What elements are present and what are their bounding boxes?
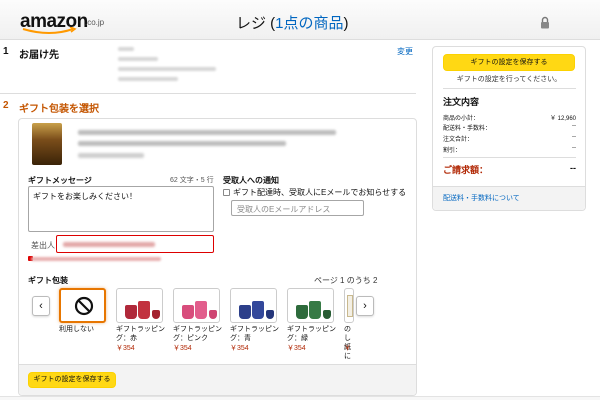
wrap-bag-image — [209, 310, 217, 319]
noshi-image — [347, 295, 353, 317]
product-image — [32, 123, 62, 165]
section-divider — [0, 93, 416, 94]
summary-row-value: -- — [572, 145, 576, 151]
sender-value-blurred — [63, 242, 155, 247]
notify-recipient-text[interactable]: ギフト配達時、受取人にEメールでお知らせする — [233, 187, 406, 198]
wrap-bag-image — [138, 301, 150, 319]
summary-row-discount: 割引： -- — [443, 145, 576, 154]
wrap-bag-image — [266, 310, 274, 319]
summary-total-row: ご請求額： -- — [443, 163, 576, 176]
wrap-option-label: ギフトラッピング：緑 — [287, 326, 336, 342]
page-bottom-border — [0, 396, 600, 400]
wrap-bag-image — [125, 305, 137, 319]
wrap-bag-image — [309, 301, 321, 319]
summary-row-value: -- — [572, 123, 576, 129]
summary-row-label: 注文合計： — [443, 137, 474, 143]
summary-row-value: -- — [572, 134, 576, 140]
wrap-bag-image — [296, 305, 308, 319]
step-2-number: 2 — [3, 100, 9, 111]
address-name-blurred — [118, 47, 134, 51]
step-1-number: 1 — [3, 46, 9, 57]
save-gift-settings-button[interactable]: ギフトの設定を保存する — [28, 372, 116, 388]
product-title-blurred — [78, 141, 286, 146]
item-count-link[interactable]: 1点の商品 — [275, 15, 343, 32]
summary-note: ギフトの設定を行ってください。 — [456, 76, 562, 83]
wrap-page-indicator: ページ 1 のうち 2 — [314, 276, 378, 285]
gift-wrap-label: ギフト包装 — [28, 276, 68, 285]
gift-message-label: ギフトメッセージ — [28, 176, 92, 185]
message-counter: 62 文字・5 行 — [170, 177, 214, 184]
sender-input[interactable] — [56, 235, 214, 253]
shipping-fee-info-link[interactable]: 配送料・手数料について — [443, 193, 520, 203]
summary-row-order-total: 注文合計： -- — [443, 134, 576, 143]
summary-row-subtotal: 商品の小計： ￥ 12,960 — [443, 113, 576, 122]
address-line-blurred — [118, 57, 158, 61]
step-2-title: ギフト包装を選択 — [19, 104, 99, 115]
error-message-blurred — [31, 257, 161, 261]
page-title: レジ (1点の商品) — [236, 12, 349, 33]
wrap-option-label: 利用しない — [59, 326, 94, 333]
no-wrap-icon — [74, 296, 94, 316]
wrap-bag-image — [252, 301, 264, 319]
recipient-notify-label: 受取人への通知 — [223, 176, 279, 185]
wrap-option-price: ￥354 — [173, 345, 192, 352]
wrap-bag-image — [182, 305, 194, 319]
wrap-option-blue[interactable] — [230, 288, 277, 323]
summary-save-gift-button[interactable]: ギフトの設定を保存する — [443, 54, 575, 71]
change-address-link[interactable]: 変更 — [397, 46, 413, 57]
wrap-bag-image — [239, 305, 251, 319]
total-label: ご請求額： — [443, 165, 489, 175]
wrap-option-noshi[interactable] — [344, 288, 354, 323]
wrap-bag-image — [152, 310, 160, 319]
sender-label: 差出人 — [31, 241, 55, 250]
summary-row-shipping: 配送料・手数料： -- — [443, 123, 576, 132]
wrap-option-price: ￥ — [344, 345, 351, 352]
wrap-option-pink[interactable] — [173, 288, 220, 323]
product-seller-blurred — [78, 153, 144, 158]
wrap-option-label: ギフトラッピング：赤 — [116, 326, 165, 342]
wrap-option-red[interactable] — [116, 288, 163, 323]
summary-divider — [443, 157, 576, 158]
checkout-header: amazon .co.jp レジ (1点の商品) — [0, 0, 600, 40]
address-line-blurred — [118, 67, 216, 71]
page-title-prefix: レジ ( — [236, 15, 276, 32]
summary-row-value: ￥ 12,960 — [549, 116, 576, 122]
amazon-smile-icon — [22, 27, 77, 34]
product-title-blurred — [78, 130, 336, 135]
wrap-bag-image — [195, 301, 207, 319]
summary-row-label: 配送料・手数料： — [443, 126, 492, 132]
wrap-prev-button[interactable]: ‹ — [32, 296, 50, 316]
recipient-email-input[interactable]: 受取人のEメールアドレス — [231, 200, 364, 216]
page-title-suffix: ) — [343, 15, 349, 32]
wrap-option-green[interactable] — [287, 288, 334, 323]
wrap-option-price: ￥354 — [116, 345, 135, 352]
summary-row-label: 割引： — [443, 148, 462, 154]
wrap-option-label: ギフトラッピング：青 — [230, 326, 279, 342]
order-summary-title: 注文内容 — [443, 97, 480, 107]
notify-recipient-checkbox[interactable] — [223, 189, 230, 196]
logo-domain-suffix: .co.jp — [85, 18, 105, 27]
step-1-title: お届け先 — [19, 50, 59, 61]
wrap-option-none[interactable] — [59, 288, 106, 323]
summary-divider — [443, 88, 576, 89]
summary-row-label: 商品の小計： — [443, 116, 480, 122]
wrap-next-button[interactable]: › — [356, 296, 374, 316]
total-value: -- — [570, 163, 576, 173]
address-line-blurred — [118, 77, 178, 81]
lock-icon — [541, 16, 549, 29]
wrap-option-label: ギフトラッピング：ピンク — [173, 326, 222, 342]
wrap-option-price: ￥354 — [230, 345, 249, 352]
wrap-bag-image — [323, 310, 331, 319]
gift-message-textarea[interactable]: ギフトをお楽しみください！ — [28, 186, 214, 232]
wrap-option-price: ￥354 — [287, 345, 306, 352]
